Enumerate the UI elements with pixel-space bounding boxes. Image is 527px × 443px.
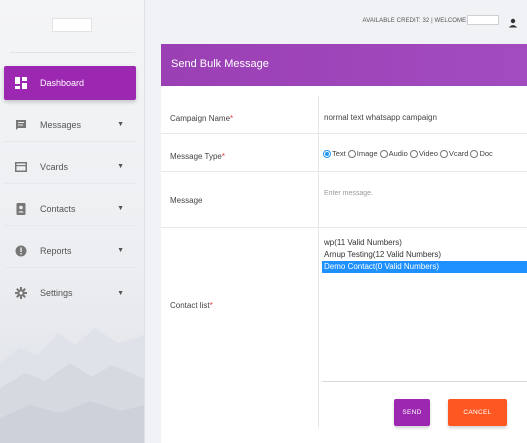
cancel-button[interactable]: CANCEL — [448, 399, 507, 426]
sidebar-item-label: Dashboard — [40, 78, 85, 88]
radio-text[interactable]: Text — [323, 149, 346, 158]
top-bar: AVAILABLE CREDIT: 32 | WELCOME, — [145, 0, 527, 44]
vcard-icon — [15, 161, 27, 173]
campaign-name-field[interactable]: normal text whatsapp campaign — [324, 113, 437, 122]
contacts-icon — [15, 202, 27, 215]
user-icon[interactable] — [508, 15, 518, 28]
sidebar-item-reports[interactable]: Reports ▼ — [4, 234, 136, 268]
gear-icon — [15, 287, 27, 299]
message-type-radio-group: Text Image Audio Video Vcard Doc — [323, 149, 495, 158]
send-bulk-message-card: Send Bulk Message Campaign Name* normal … — [161, 44, 527, 443]
message-row — [161, 172, 527, 228]
radio-checked-icon — [323, 149, 331, 158]
sidebar-item-label: Contacts — [40, 203, 76, 214]
send-button[interactable]: SEND — [394, 399, 430, 426]
sidebar-item-settings[interactable]: Settings ▼ — [4, 276, 136, 310]
campaign-name-label: Campaign Name* — [170, 114, 234, 123]
dashboard-icon — [15, 77, 27, 89]
radio-video[interactable]: Video — [409, 149, 438, 158]
list-item[interactable]: Arnup Testing(12 Valid Numbers) — [322, 249, 527, 261]
radio-unchecked-icon — [379, 149, 388, 158]
info-icon — [15, 245, 27, 257]
sidebar-item-label: Messages — [40, 119, 82, 130]
radio-unchecked-icon — [347, 149, 356, 158]
caret-down-icon: ▼ — [117, 121, 124, 128]
sidebar: Dashboard Messages ▼ Vcards ▼ Contacts ▼… — [0, 0, 145, 443]
mountain-background — [0, 328, 144, 443]
sidebar-item-label: Reports — [40, 245, 72, 256]
radio-unchecked-icon — [439, 149, 448, 158]
message-label: Message — [170, 196, 203, 205]
sidebar-item-vcards[interactable]: Vcards ▼ — [4, 150, 136, 184]
radio-vcard[interactable]: Vcard — [439, 149, 468, 158]
radio-unchecked-icon — [470, 149, 479, 158]
sidebar-item-label: Vcards — [40, 161, 69, 172]
page-title: Send Bulk Message — [171, 58, 269, 70]
sidebar-item-label: Settings — [40, 288, 73, 298]
caret-down-icon: ▼ — [117, 289, 124, 297]
logo — [52, 18, 92, 32]
contact-list-label: Contact list* — [170, 301, 213, 310]
sidebar-divider — [10, 52, 135, 53]
credit-status: AVAILABLE CREDIT: 32 | WELCOME, — [362, 18, 468, 24]
message-type-label: Message Type* — [170, 152, 226, 161]
message-textarea[interactable]: Enter message. — [324, 190, 373, 197]
caret-down-icon: ▼ — [117, 247, 124, 254]
sidebar-item-contacts[interactable]: Contacts ▼ — [4, 192, 136, 226]
sidebar-item-messages[interactable]: Messages ▼ — [4, 108, 136, 142]
caret-down-icon: ▼ — [117, 205, 124, 212]
caret-down-icon: ▼ — [117, 163, 124, 170]
sidebar-item-dashboard[interactable]: Dashboard — [4, 66, 136, 100]
radio-image[interactable]: Image — [347, 149, 378, 158]
list-item[interactable]: wp(11 Valid Numbers) — [322, 237, 527, 249]
list-item-selected[interactable]: Demo Contact(0 Valid Numbers) — [322, 261, 527, 273]
card-header: Send Bulk Message — [161, 44, 527, 86]
radio-audio[interactable]: Audio — [379, 149, 408, 158]
contact-list-select[interactable]: wp(11 Valid Numbers) Arnup Testing(12 Va… — [322, 237, 527, 382]
message-icon — [15, 119, 27, 131]
radio-doc[interactable]: Doc — [470, 149, 493, 158]
username-box — [467, 15, 499, 25]
radio-unchecked-icon — [409, 149, 418, 158]
